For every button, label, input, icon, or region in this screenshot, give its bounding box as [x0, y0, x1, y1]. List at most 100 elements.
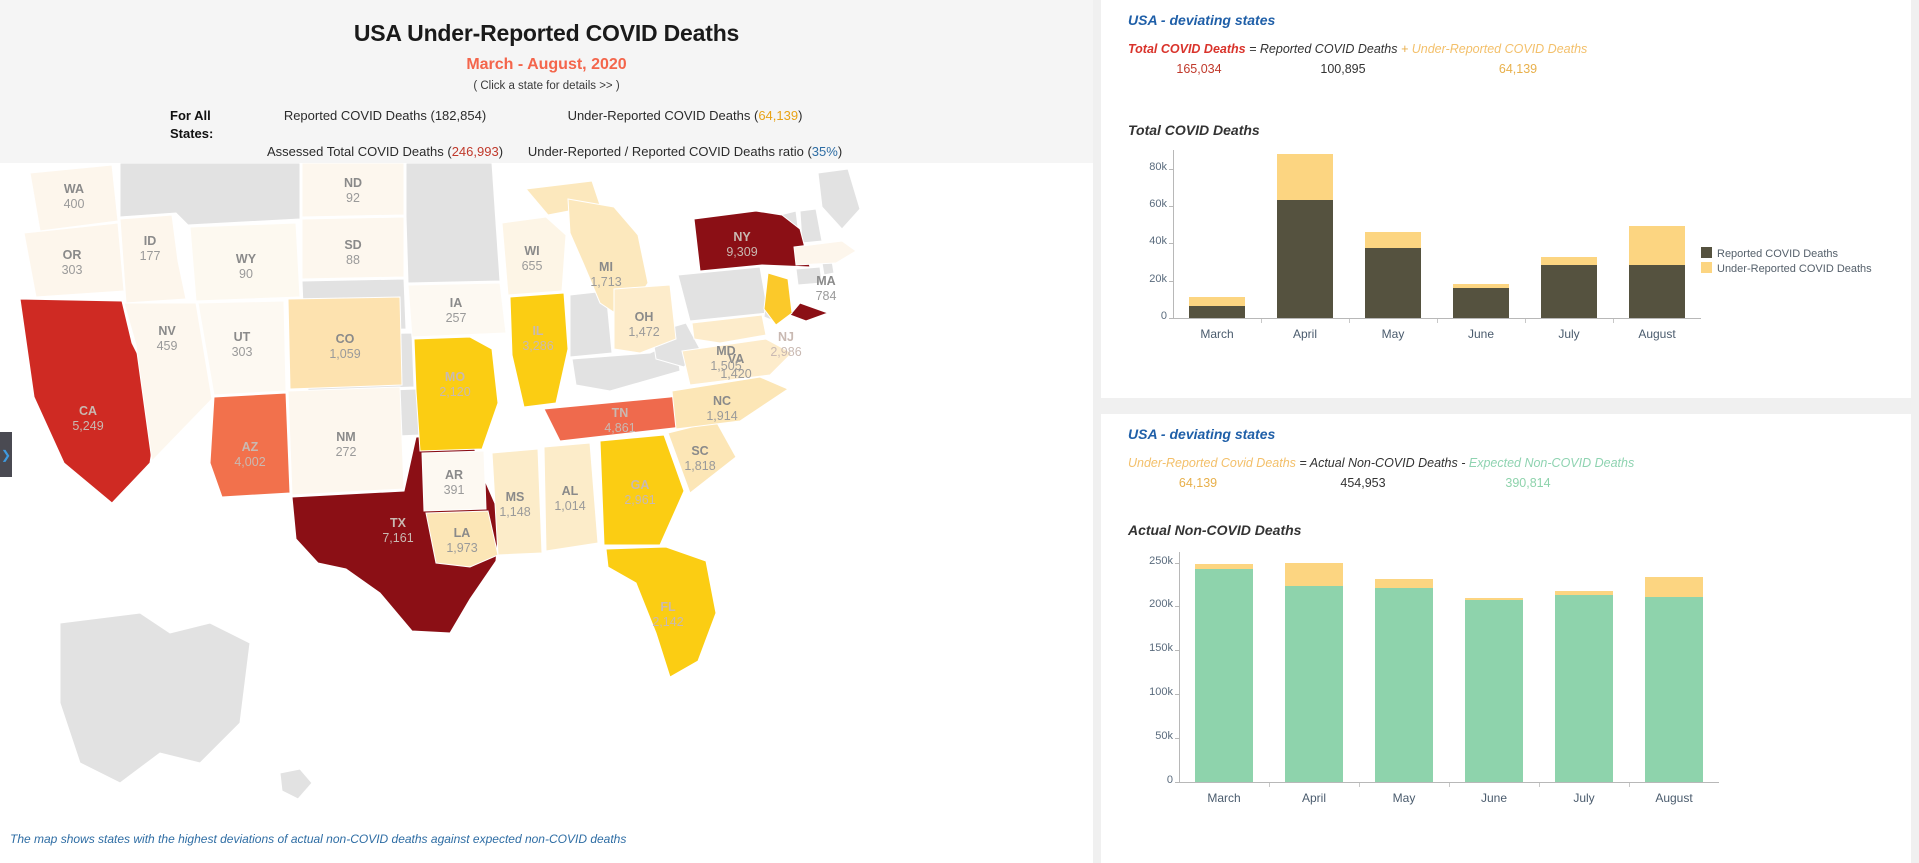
map-state-nh[interactable]: [799, 208, 823, 244]
header-band: USA Under-Reported COVID Deaths March - …: [0, 0, 1093, 163]
bar-june-expected-non-covid-deaths[interactable]: [1465, 599, 1523, 782]
y-tick-label: 50k: [1155, 730, 1173, 743]
map-state-mt[interactable]: [119, 163, 301, 226]
map-state-id[interactable]: [119, 214, 187, 304]
y-tick-label: 80k: [1149, 160, 1167, 173]
x-tick-label-march: March: [1207, 791, 1241, 805]
bar-march-expected-non-covid-deaths[interactable]: [1195, 569, 1253, 782]
bar-march-reported-covid-deaths[interactable]: [1189, 306, 1245, 318]
x-tick-mark: [1539, 783, 1540, 787]
map-state-sd[interactable]: [301, 216, 405, 280]
bar-august-expected-non-covid-deaths[interactable]: [1645, 596, 1703, 782]
ratio-value: 35%: [811, 144, 838, 159]
x-tick-label-may: May: [1392, 791, 1416, 805]
bar-june-reported-covid-deaths[interactable]: [1453, 288, 1509, 318]
sidebar-expand-chevron-icon[interactable]: ❯: [0, 432, 12, 477]
map-state-ga[interactable]: [599, 434, 685, 546]
bar-june-under-reported-covid-deaths[interactable]: [1465, 598, 1523, 600]
x-tick-label-may: May: [1381, 327, 1405, 341]
summary-stats: For All States: Reported COVID Deaths (1…: [170, 107, 870, 161]
map-state-pa[interactable]: [677, 266, 769, 322]
usa-choropleth-map[interactable]: WA 400 OR 303 ID 177 WY 90 ND 92 SD 88 CA 5,249 NV 459 U…: [0, 163, 1093, 863]
click-hint: ( Click a state for details >> ): [473, 80, 620, 92]
map-state-co[interactable]: [287, 296, 403, 390]
y-tick-mark: [1175, 606, 1179, 608]
map-state-wa[interactable]: [29, 164, 119, 232]
map-state-me[interactable]: [817, 168, 861, 230]
map-state-nm[interactable]: [287, 386, 405, 496]
reported-deaths-stat: Reported COVID Deaths (182,854): [250, 107, 520, 143]
legend-swatch-icon: [1701, 262, 1712, 273]
y-tick-label: 200k: [1149, 598, 1173, 611]
bar-july-expected-non-covid-deaths[interactable]: [1555, 594, 1613, 782]
map-state-ut[interactable]: [197, 300, 287, 396]
bar-april-reported-covid-deaths[interactable]: [1277, 200, 1333, 318]
y-tick-mark: [1175, 782, 1179, 783]
x-tick-mark: [1437, 319, 1438, 323]
underreported-deaths-stat: Under-Reported COVID Deaths (64,139): [520, 107, 850, 143]
map-state-ar[interactable]: [421, 450, 487, 512]
bar-march-under-reported-covid-deaths[interactable]: [1195, 564, 1253, 570]
reported-deaths-value: 182,854: [434, 108, 482, 123]
y-tick-label: 250k: [1149, 554, 1173, 567]
map-state-az[interactable]: [209, 392, 291, 498]
x-tick-label-july: July: [1573, 791, 1595, 805]
map-state-hi[interactable]: [279, 768, 313, 800]
bar-july-under-reported-covid-deaths[interactable]: [1541, 256, 1597, 265]
bar-may-reported-covid-deaths[interactable]: [1365, 247, 1421, 318]
bar-april-under-reported-covid-deaths[interactable]: [1285, 563, 1343, 586]
bar-april-under-reported-covid-deaths[interactable]: [1277, 154, 1333, 201]
map-state-wi[interactable]: [501, 216, 567, 296]
paren-4: ): [837, 144, 843, 159]
bar-may-under-reported-covid-deaths[interactable]: [1365, 231, 1421, 248]
page-title: USA Under-Reported COVID Deaths: [353, 20, 740, 46]
bar-august-reported-covid-deaths[interactable]: [1629, 265, 1685, 318]
x-tick-mark: [1449, 783, 1450, 787]
y-tick-mark: [1175, 650, 1179, 652]
y-tick-label: 20k: [1149, 272, 1167, 285]
map-state-al[interactable]: [543, 442, 599, 552]
chart2-plot[interactable]: 0 50k 100k 150k 200k 250k March April May June Jul…: [1101, 414, 1911, 863]
date-range-subtitle: March - August, 2020: [466, 56, 627, 73]
map-state-ct[interactable]: [795, 266, 823, 286]
map-state-nd[interactable]: [301, 163, 405, 218]
paren-1: ): [481, 108, 487, 123]
bar-august-under-reported-covid-deaths[interactable]: [1645, 577, 1703, 597]
actual-noncovid-deaths-card: USA - deviating states Under-Reported Co…: [1101, 414, 1911, 863]
bar-april-expected-non-covid-deaths[interactable]: [1285, 585, 1343, 782]
map-state-ia[interactable]: [407, 282, 507, 338]
map-state-ak[interactable]: [59, 612, 251, 784]
map-state-or[interactable]: [23, 222, 125, 298]
x-tick-label-june: June: [1467, 327, 1495, 341]
x-tick-mark: [1359, 783, 1360, 787]
bar-may-under-reported-covid-deaths[interactable]: [1375, 579, 1433, 588]
map-state-il[interactable]: [509, 292, 569, 408]
total-covid-deaths-card: USA - deviating states Total COVID Death…: [1101, 0, 1911, 398]
map-state-oh[interactable]: [613, 284, 677, 354]
bar-july-reported-covid-deaths[interactable]: [1541, 264, 1597, 318]
map-svg[interactable]: WA400OR303ID177 WY90ND92SD88CA5,249NV459U…: [0, 163, 1093, 863]
underreported-deaths-value: 64,139: [758, 108, 799, 123]
map-state-la[interactable]: [425, 510, 499, 568]
x-tick-mark: [1261, 319, 1262, 323]
legend-label: Reported COVID Deaths: [1717, 248, 1839, 260]
legend-item-reported-covid-deaths[interactable]: Reported COVID Deaths: [1701, 247, 1838, 260]
x-tick-mark: [1613, 319, 1614, 323]
map-state-fl[interactable]: [605, 546, 717, 678]
bar-july-under-reported-covid-deaths[interactable]: [1555, 590, 1613, 595]
x-tick-mark: [1349, 319, 1350, 323]
chart1-plot[interactable]: 0 20k 40k 60k 80k March April May June July August: [1101, 0, 1911, 398]
bar-august-under-reported-covid-deaths[interactable]: [1629, 226, 1685, 266]
bar-march-under-reported-covid-deaths[interactable]: [1189, 297, 1245, 307]
charts-panel: USA - deviating states Total COVID Death…: [1093, 0, 1919, 863]
map-state-ny-long-island[interactable]: [789, 302, 830, 322]
map-state-mo[interactable]: [413, 336, 499, 452]
map-state-ms[interactable]: [491, 448, 543, 556]
map-state-mn[interactable]: [405, 163, 501, 284]
bar-may-expected-non-covid-deaths[interactable]: [1375, 587, 1433, 782]
bar-june-under-reported-covid-deaths[interactable]: [1453, 284, 1509, 289]
map-state-nc[interactable]: [671, 376, 790, 430]
legend-item-under-reported-covid-deaths[interactable]: Under-Reported COVID Deaths: [1701, 262, 1872, 275]
ratio-label: Under-Reported / Reported COVID Deaths r…: [527, 144, 812, 159]
map-state-wy[interactable]: [189, 222, 301, 302]
